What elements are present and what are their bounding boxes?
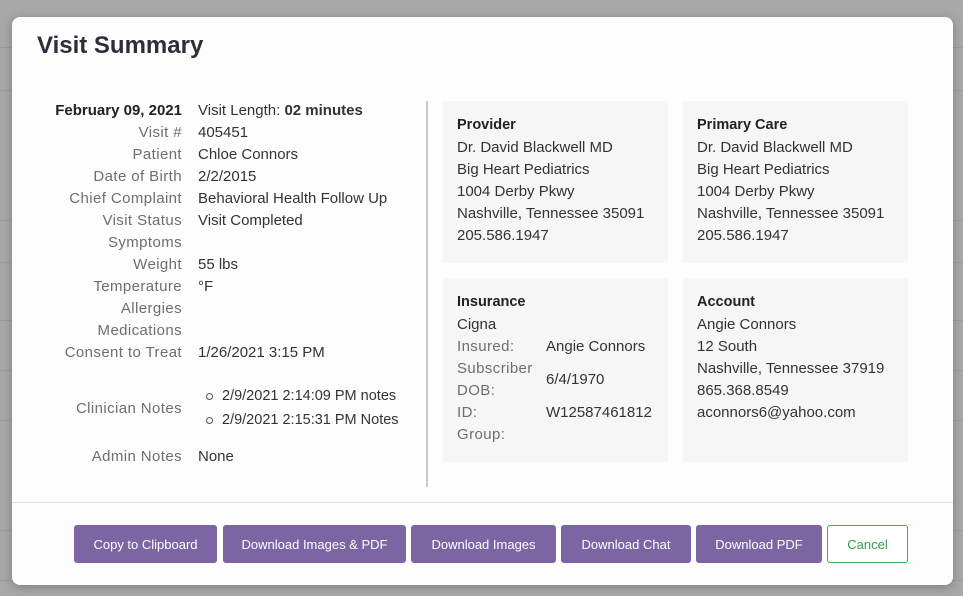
visit-field-row: Visit # 405451 bbox=[24, 122, 428, 144]
id-label: ID: bbox=[457, 404, 478, 421]
visit-details: February 09, 2021 Visit Length: 02 minut… bbox=[24, 100, 428, 468]
field-label: Symptoms bbox=[107, 234, 182, 251]
field-value: Chloe Connors bbox=[198, 146, 299, 163]
modal-title: Visit Summary bbox=[37, 32, 204, 59]
admin-notes-label: Admin Notes bbox=[91, 448, 182, 465]
clinician-note: 2/9/2021 2:15:31 PM Notes bbox=[206, 408, 399, 432]
clinician-notes-row: Clinician Notes 2/9/2021 2:14:09 PM note… bbox=[24, 384, 428, 432]
field-value bbox=[182, 320, 198, 342]
field-label: Chief Complaint bbox=[69, 190, 182, 207]
primary-care-practice: Big Heart Pediatrics bbox=[697, 161, 830, 178]
visit-length-value: 02 minutes bbox=[284, 102, 363, 119]
visit-date: February 09, 2021 bbox=[55, 102, 182, 119]
visit-field-list: Visit # 405451 Patient Chloe Connors Date of… bbox=[24, 122, 428, 364]
visit-field-row: Allergies bbox=[24, 298, 428, 320]
field-value: 405451 bbox=[198, 124, 249, 141]
dob-label: DOB: bbox=[457, 382, 496, 399]
admin-notes-value: None bbox=[198, 448, 234, 465]
provider-card: Provider Dr. David Blackwell MD Big Hear… bbox=[443, 101, 668, 263]
insured-label: Insured: bbox=[457, 338, 515, 355]
copy-to-clipboard-button[interactable]: Copy to Clipboard bbox=[74, 525, 217, 563]
cancel-button[interactable]: Cancel bbox=[827, 525, 908, 563]
provider-practice: Big Heart Pediatrics bbox=[457, 161, 590, 178]
field-value: °F bbox=[198, 278, 214, 295]
provider-city: Nashville, Tennessee 35091 bbox=[457, 205, 645, 222]
account-email: aconnors6@yahoo.com bbox=[697, 404, 856, 421]
account-title: Account bbox=[697, 294, 755, 310]
provider-phone: 205.586.1947 bbox=[457, 227, 549, 244]
visit-field-row: Consent to Treat 1/26/2021 3:15 PM bbox=[24, 342, 428, 364]
field-value: 1/26/2021 3:15 PM bbox=[198, 344, 325, 361]
dob-value: 6/4/1970 bbox=[546, 371, 605, 388]
field-value: Behavioral Health Follow Up bbox=[198, 190, 388, 207]
insurance-card: Insurance Cigna Insured: Angie Connors S… bbox=[443, 278, 668, 462]
clinician-note: 2/9/2021 2:14:09 PM notes bbox=[206, 384, 399, 408]
subscriber-label: Subscriber bbox=[457, 360, 533, 377]
visit-field-row: Patient Chloe Connors bbox=[24, 144, 428, 166]
provider-name: Dr. David Blackwell MD bbox=[457, 139, 613, 156]
primary-care-street: 1004 Derby Pkwy bbox=[697, 183, 815, 200]
group-label: Group: bbox=[457, 426, 506, 443]
clinician-notes-list: 2/9/2021 2:14:09 PM notes 2/9/2021 2:15:… bbox=[182, 384, 399, 432]
visit-field-row: Symptoms bbox=[24, 232, 428, 254]
field-label: Weight bbox=[133, 256, 182, 273]
primary-care-card: Primary Care Dr. David Blackwell MD Big … bbox=[683, 101, 908, 263]
id-row: ID: W12587461812 bbox=[457, 402, 654, 424]
visit-length-label: Visit Length: bbox=[198, 102, 281, 119]
provider-title: Provider bbox=[457, 117, 516, 133]
field-label: Visit Status bbox=[102, 212, 182, 229]
primary-care-phone: 205.586.1947 bbox=[697, 227, 789, 244]
insurance-carrier: Cigna bbox=[457, 316, 497, 333]
field-value: Visit Completed bbox=[198, 212, 303, 229]
visit-field-row: Medications bbox=[24, 320, 428, 342]
download-pdf-button[interactable]: Download PDF bbox=[696, 525, 822, 563]
visit-field-row: Weight 55 lbs bbox=[24, 254, 428, 276]
account-phone: 865.368.8549 bbox=[697, 382, 789, 399]
visit-field-row: Date of Birth 2/2/2015 bbox=[24, 166, 428, 188]
field-value bbox=[182, 298, 198, 320]
visit-field-row: Visit Status Visit Completed bbox=[24, 210, 428, 232]
field-value: 55 lbs bbox=[198, 256, 239, 273]
field-value: 2/2/2015 bbox=[198, 168, 257, 185]
insured-row: Insured: Angie Connors bbox=[457, 336, 654, 358]
admin-notes-row: Admin Notes None bbox=[24, 446, 428, 468]
visit-summary-modal: Visit Summary February 09, 2021 Visit Le… bbox=[12, 17, 953, 585]
download-chat-button[interactable]: Download Chat bbox=[561, 525, 691, 563]
field-label: Allergies bbox=[120, 300, 182, 317]
field-label: Visit # bbox=[138, 124, 182, 141]
subscriber-dob-row: Subscriber DOB: 6/4/1970 bbox=[457, 358, 654, 402]
provider-street: 1004 Derby Pkwy bbox=[457, 183, 575, 200]
field-label: Temperature bbox=[93, 278, 182, 295]
field-label: Date of Birth bbox=[93, 168, 182, 185]
account-street: 12 South bbox=[697, 338, 758, 355]
field-value bbox=[182, 232, 198, 254]
primary-care-city: Nashville, Tennessee 35091 bbox=[697, 205, 885, 222]
download-images-pdf-button[interactable]: Download Images & PDF bbox=[223, 525, 406, 563]
field-label: Consent to Treat bbox=[64, 344, 182, 361]
primary-care-title: Primary Care bbox=[697, 117, 788, 133]
download-images-button[interactable]: Download Images bbox=[411, 525, 556, 563]
group-row: Group: bbox=[457, 424, 654, 446]
id-value: W12587461812 bbox=[546, 404, 652, 421]
column-divider bbox=[426, 101, 428, 487]
account-card: Account Angie Connors 12 South Nashville… bbox=[683, 278, 908, 462]
insured-value: Angie Connors bbox=[546, 338, 646, 355]
insurance-title: Insurance bbox=[457, 294, 526, 310]
field-label: Medications bbox=[97, 322, 182, 339]
field-label: Patient bbox=[132, 146, 182, 163]
primary-care-name: Dr. David Blackwell MD bbox=[697, 139, 853, 156]
clinician-notes-label: Clinician Notes bbox=[75, 399, 182, 417]
footer-divider bbox=[12, 502, 953, 503]
visit-field-row: Chief Complaint Behavioral Health Follow … bbox=[24, 188, 428, 210]
account-city: Nashville, Tennessee 37919 bbox=[697, 360, 885, 377]
visit-date-row: February 09, 2021 Visit Length: 02 minut… bbox=[24, 100, 428, 122]
visit-field-row: Temperature °F bbox=[24, 276, 428, 298]
account-name: Angie Connors bbox=[697, 316, 797, 333]
